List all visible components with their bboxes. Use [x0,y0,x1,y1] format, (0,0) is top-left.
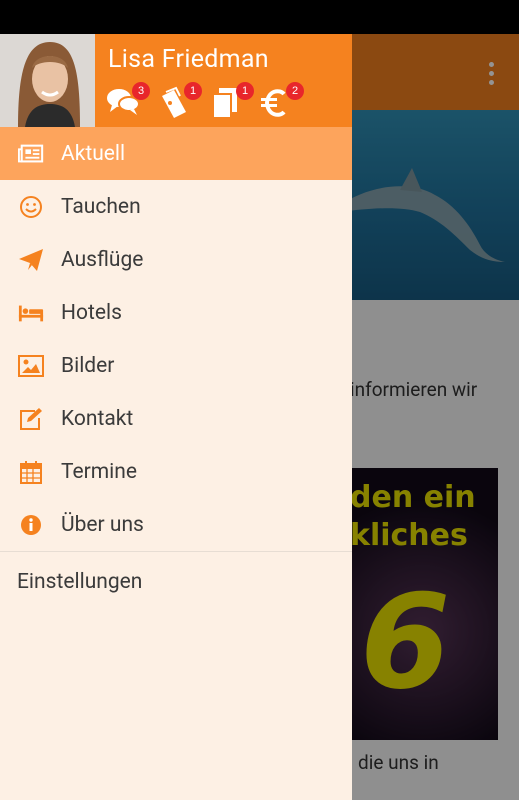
documents-icon[interactable]: 1 [210,82,254,120]
avatar[interactable] [0,34,95,127]
navigation-drawer: Lisa Friedman 3 1 1 2 Aktuell Tauchen Au… [0,34,352,800]
drawer-header: Lisa Friedman 3 1 1 2 [0,34,352,127]
menu-label-hotels: Hotels [61,300,122,325]
menu-label-tauchen: Tauchen [61,194,141,219]
status-bar [0,0,519,34]
tickets-icon[interactable]: 1 [158,82,202,120]
chat-bubbles-icon[interactable]: 3 [106,82,150,120]
menu-item-hotels[interactable]: Hotels [0,286,352,339]
menu-label-aktuell: Aktuell [61,141,126,166]
documents-badge: 1 [236,82,254,100]
menu-item-tauchen[interactable]: Tauchen [0,180,352,233]
settings-item[interactable]: Einstellungen [0,552,352,612]
image-icon [18,353,44,379]
menu-label-ausfluege: Ausflüge [61,247,144,272]
smiley-icon [18,194,44,220]
payments-badge: 2 [286,82,304,100]
info-icon [18,512,44,538]
menu-label-kontakt: Kontakt [61,406,134,431]
menu-item-kontakt[interactable]: Kontakt [0,392,352,445]
edit-icon [18,406,44,432]
header-icons: 3 1 1 2 [106,82,352,122]
calendar-icon [18,459,44,485]
bed-icon [18,300,44,326]
messages-badge: 3 [132,82,150,100]
euro-icon[interactable]: 2 [260,82,304,120]
menu-item-aktuell[interactable]: Aktuell [0,127,352,180]
drawer-menu: Aktuell Tauchen Ausflüge Hotels Bilder K… [0,127,352,551]
menu-item-bilder[interactable]: Bilder [0,339,352,392]
menu-item-ueber-uns[interactable]: Über uns [0,498,352,551]
menu-label-bilder: Bilder [61,353,115,378]
tickets-badge: 1 [184,82,202,100]
menu-label-termine: Termine [61,459,138,484]
menu-label-ueber-uns: Über uns [61,512,144,537]
settings-label: Einstellungen [17,570,143,594]
user-name: Lisa Friedman [108,45,269,74]
menu-item-termine[interactable]: Termine [0,445,352,498]
menu-item-ausfluege[interactable]: Ausflüge [0,233,352,286]
paper-plane-icon [18,247,44,273]
newspaper-icon [18,141,44,167]
